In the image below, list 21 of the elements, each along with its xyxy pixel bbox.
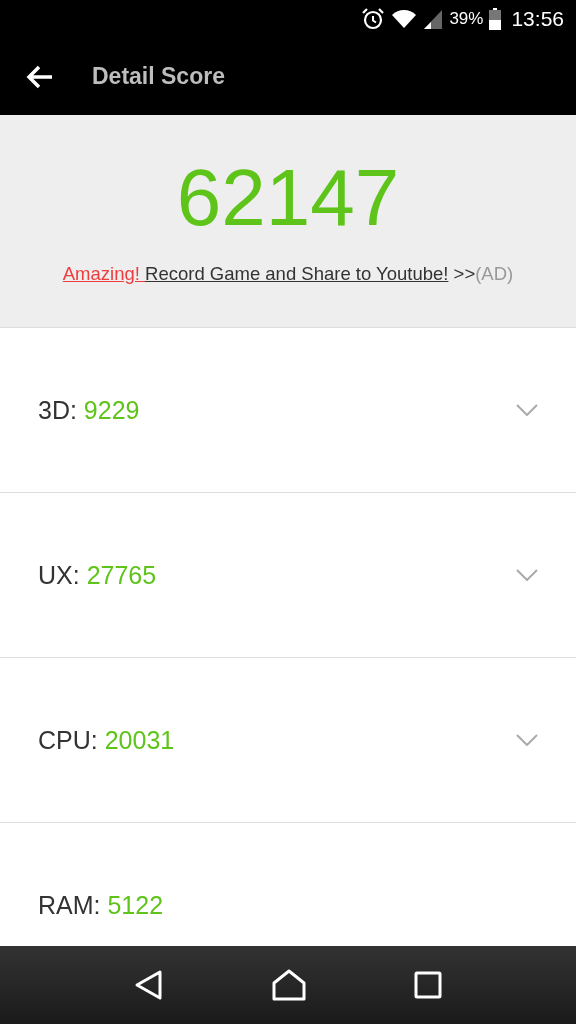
score-label: UX: 27765 xyxy=(38,560,157,590)
battery-percentage: 39% xyxy=(449,9,484,29)
promo-text: Amazing! Record Game and Share to Youtube! >>(AD) xyxy=(62,263,514,285)
back-nav-icon[interactable] xyxy=(134,969,164,1001)
clock-time: 13:56 xyxy=(511,7,564,31)
alarm-clock-icon xyxy=(361,7,386,31)
home-nav-icon[interactable] xyxy=(272,969,306,1001)
wifi-icon xyxy=(391,8,418,30)
recents-nav-icon[interactable] xyxy=(414,971,442,999)
score-row[interactable]: 3D: 9229 xyxy=(0,328,576,493)
promo-link[interactable]: Record Game and Share to Youtube! xyxy=(145,263,449,284)
screen-title: Detail Score xyxy=(92,63,225,90)
score-label: RAM: 5122 xyxy=(38,890,164,920)
score-label: CPU: 20031 xyxy=(38,725,175,755)
score-label: 3D: 9229 xyxy=(38,395,140,425)
score-row[interactable]: CPU: 20031 xyxy=(0,658,576,823)
back-arrow-icon[interactable] xyxy=(26,64,54,89)
score-row[interactable]: UX: 27765 xyxy=(0,493,576,658)
battery-icon xyxy=(489,8,502,30)
total-score: 62147 xyxy=(176,153,400,243)
signal-icon xyxy=(423,8,444,30)
